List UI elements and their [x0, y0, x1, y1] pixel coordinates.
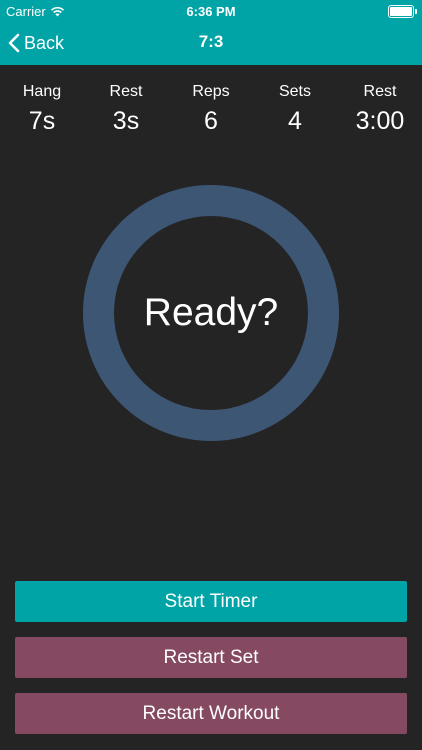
stat-label: Sets: [278, 83, 311, 100]
stat-value: 3:00: [355, 107, 405, 135]
stat-reps: Reps 6: [169, 82, 253, 137]
battery-icon: [388, 5, 417, 18]
stat-hang: Hang 7s: [0, 82, 84, 137]
timer-display: Ready?: [83, 185, 339, 441]
stat-label: Rest: [363, 83, 397, 100]
stat-value: 4: [288, 107, 302, 135]
status-bar: Carrier 6:36 PM: [0, 0, 422, 22]
stat-label: Rest: [109, 83, 143, 100]
stat-label: Hang: [22, 83, 62, 100]
stat-sets: Sets 4: [253, 82, 337, 137]
nav-bar: Back 7:3: [0, 22, 422, 65]
top-bar: Carrier 6:36 PM Back 7:3: [0, 0, 422, 65]
stat-set-rest: Rest 3:00: [338, 82, 422, 137]
workout-stats: Hang 7s Rest 3s Reps 6 Sets 4 Rest 3:00: [0, 82, 422, 142]
stat-value: 3s: [112, 107, 140, 135]
start-timer-button[interactable]: Start Timer: [15, 581, 407, 622]
stat-label: Reps: [192, 83, 230, 100]
restart-set-button[interactable]: Restart Set: [15, 637, 407, 678]
stat-rest: Rest 3s: [84, 82, 168, 137]
stat-value: 6: [204, 107, 218, 135]
status-time: 6:36 PM: [186, 4, 236, 19]
timer-status-text: Ready?: [143, 291, 279, 334]
page-title: 7:3: [198, 32, 224, 51]
restart-workout-button[interactable]: Restart Workout: [15, 693, 407, 734]
stat-value: 7s: [28, 107, 56, 135]
